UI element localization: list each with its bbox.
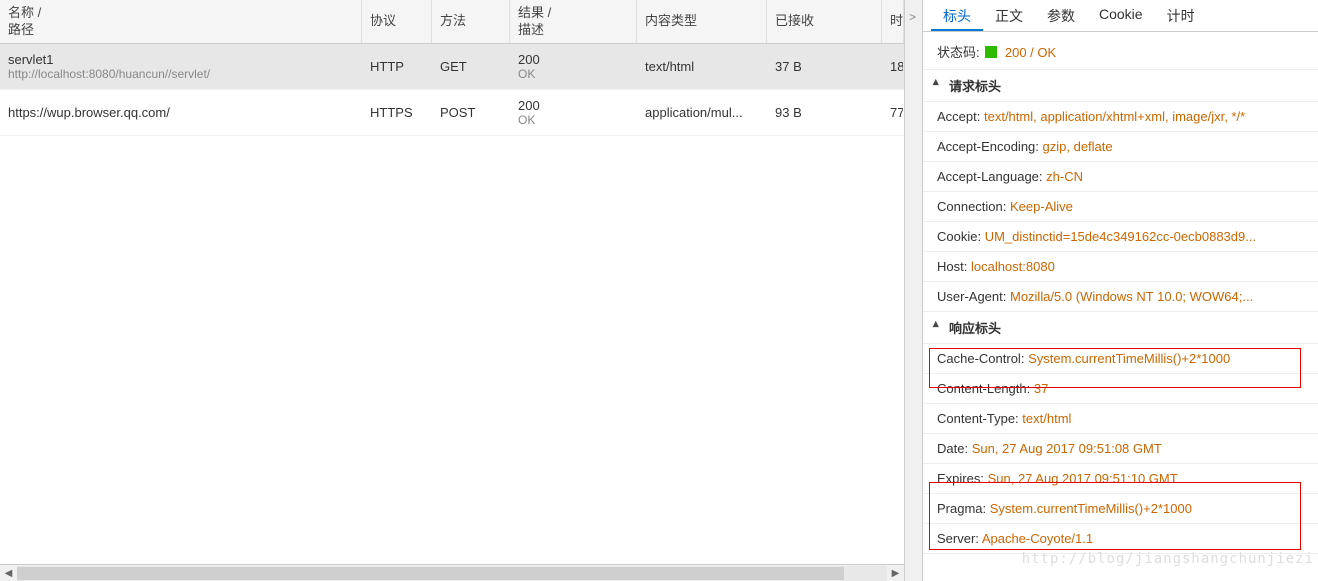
tab-headers[interactable]: 标头: [931, 0, 983, 31]
header-row[interactable]: Connection: Keep-Alive: [923, 192, 1318, 222]
tab-timing[interactable]: 计时: [1155, 0, 1207, 31]
tab-params[interactable]: 参数: [1035, 0, 1087, 31]
status-label: 状态码:: [937, 45, 980, 60]
header-row[interactable]: Content-Type: text/html: [923, 404, 1318, 434]
tab-body[interactable]: 正文: [983, 0, 1035, 31]
horizontal-scrollbar[interactable]: ◀ ▶: [0, 564, 904, 581]
cell-ctype: application/mul...: [637, 90, 767, 135]
table-body: servlet1 http://localhost:8080/huancun//…: [0, 44, 904, 564]
status-square-icon: [985, 46, 997, 58]
cell-time: 77: [882, 90, 904, 135]
collapse-handle[interactable]: [905, 0, 923, 581]
cell-method: GET: [432, 44, 510, 89]
col-method[interactable]: 方法: [432, 0, 510, 43]
scroll-right-icon[interactable]: ▶: [887, 566, 904, 581]
table-row[interactable]: servlet1 http://localhost:8080/huancun//…: [0, 44, 904, 90]
cell-name: servlet1 http://localhost:8080/huancun//…: [0, 44, 362, 89]
header-row[interactable]: Accept-Language: zh-CN: [923, 162, 1318, 192]
col-name-label1: 名称 /: [8, 5, 41, 21]
cell-method: POST: [432, 90, 510, 135]
cell-result: 200 OK: [510, 90, 637, 135]
header-row[interactable]: Date: Sun, 27 Aug 2017 09:51:08 GMT: [923, 434, 1318, 464]
cell-received: 37 B: [767, 44, 882, 89]
scroll-thumb[interactable]: [17, 567, 844, 580]
col-time[interactable]: 时: [882, 0, 904, 43]
col-name-label2: 路径: [8, 22, 34, 38]
col-protocol[interactable]: 协议: [362, 0, 432, 43]
cell-name: https://wup.browser.qq.com/: [0, 90, 362, 135]
header-row[interactable]: Accept-Encoding: gzip, deflate: [923, 132, 1318, 162]
header-row[interactable]: Server: Apache-Coyote/1.1: [923, 524, 1318, 554]
section-response-headers[interactable]: 响应标头: [923, 312, 1318, 344]
col-result-label1: 结果 /: [518, 5, 551, 21]
cell-received: 93 B: [767, 90, 882, 135]
col-received[interactable]: 已接收: [767, 0, 882, 43]
network-table-pane: 名称 / 路径 协议 方法 结果 / 描述 内容类型 已接收 时 servlet…: [0, 0, 905, 581]
header-row[interactable]: User-Agent: Mozilla/5.0 (Windows NT 10.0…: [923, 282, 1318, 312]
detail-pane: 标头 正文 参数 Cookie 计时 状态码: 200 / OK 请求标头 Ac…: [923, 0, 1318, 581]
header-row[interactable]: Expires: Sun, 27 Aug 2017 09:51:10 GMT: [923, 464, 1318, 494]
cell-protocol: HTTPS: [362, 90, 432, 135]
cell-protocol: HTTP: [362, 44, 432, 89]
col-content-type[interactable]: 内容类型: [637, 0, 767, 43]
tab-cookie[interactable]: Cookie: [1087, 0, 1155, 31]
header-row[interactable]: Host: localhost:8080: [923, 252, 1318, 282]
col-result[interactable]: 结果 / 描述: [510, 0, 637, 43]
cell-result: 200 OK: [510, 44, 637, 89]
header-row[interactable]: Cookie: UM_distinctid=15de4c349162cc-0ec…: [923, 222, 1318, 252]
section-request-headers[interactable]: 请求标头: [923, 70, 1318, 102]
status-row: 状态码: 200 / OK: [923, 36, 1318, 70]
header-row[interactable]: Pragma: System.currentTimeMillis()+2*100…: [923, 494, 1318, 524]
table-header: 名称 / 路径 协议 方法 结果 / 描述 内容类型 已接收 时: [0, 0, 904, 44]
scroll-left-icon[interactable]: ◀: [0, 566, 17, 581]
table-row[interactable]: https://wup.browser.qq.com/ HTTPS POST 2…: [0, 90, 904, 136]
col-result-label2: 描述: [518, 22, 544, 38]
col-name[interactable]: 名称 / 路径: [0, 0, 362, 43]
header-row[interactable]: Cache-Control: System.currentTimeMillis(…: [923, 344, 1318, 374]
detail-scroll[interactable]: 状态码: 200 / OK 请求标头 Accept: text/html, ap…: [923, 32, 1318, 581]
cell-ctype: text/html: [637, 44, 767, 89]
header-row[interactable]: Accept: text/html, application/xhtml+xml…: [923, 102, 1318, 132]
cell-time: 18: [882, 44, 904, 89]
scroll-track[interactable]: [17, 566, 887, 581]
detail-tabs: 标头 正文 参数 Cookie 计时: [923, 0, 1318, 32]
header-row[interactable]: Content-Length: 37: [923, 374, 1318, 404]
status-code: 200 / OK: [1005, 45, 1056, 60]
